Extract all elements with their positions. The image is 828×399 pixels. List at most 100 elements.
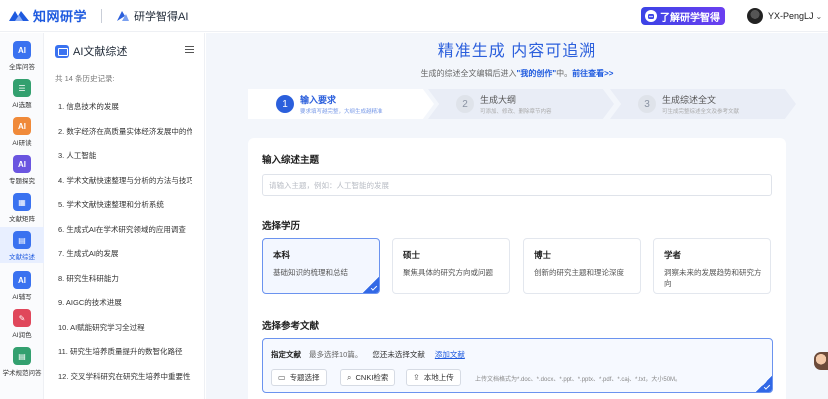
product-name: 研学智得AI — [134, 10, 189, 23]
history-item[interactable]: 3. 人工智能 — [58, 150, 192, 161]
check-icon — [363, 277, 379, 293]
history-item[interactable]: 1. 信息技术的发展 — [58, 101, 192, 112]
history-item[interactable]: 7. 生成式AI的发展 — [58, 248, 192, 259]
chevron-down-icon: ⌄ — [815, 11, 823, 21]
top-header: 知网研学 研学智得AI 了解研学智得 YX-PengLJ ⌄ — [0, 0, 828, 32]
brand-name: 知网研学 — [33, 9, 88, 24]
degree-title: 本科 — [273, 250, 291, 260]
topic-select-button[interactable]: ▭ 专题选择 — [271, 369, 327, 386]
step-number: 2 — [456, 95, 474, 113]
user-name: YX-PengLJ — [768, 11, 814, 21]
idea-icon: ☰ — [13, 79, 31, 97]
page-subtitle: 生成的综述全文编辑后进入"我的创作"中。前往查看>> — [206, 68, 828, 79]
step-text: 输入要求 要求填写越完整，大纲生成越精准 — [300, 93, 383, 115]
nav-label: 全库问答 — [9, 64, 35, 71]
nav-item-6[interactable]: AI AI辅写 — [0, 267, 44, 303]
nav-label: 文献综述 — [9, 254, 35, 261]
step-indicator: 1 输入要求 要求填写越完整，大纲生成越精准 2 生成大纲 可添加、修改、删除章节内容 3 生… — [248, 89, 796, 119]
nav-label: 学术规范问答 — [2, 370, 42, 377]
history-item[interactable]: 9. AIGC的技术进展 — [58, 297, 192, 308]
nav-label: 专题探究 — [9, 178, 35, 185]
menu-icon[interactable] — [185, 46, 194, 55]
step-number: 3 — [638, 95, 656, 113]
step-number: 1 — [276, 95, 294, 113]
degree-option-1[interactable]: 硕士聚焦具体的研究方向或问题 — [392, 238, 510, 294]
local-upload-label: 本地上传 — [423, 373, 454, 382]
degree-title: 学者 — [664, 250, 682, 260]
nav-item-3[interactable]: AI 专题探究 — [0, 151, 44, 187]
subtitle-mid: 中。 — [556, 69, 573, 78]
step-title: 生成大纲 — [480, 95, 517, 105]
product[interactable]: 研学智得AI — [116, 8, 188, 24]
history-panel: AI文献综述 共 14 条历史记录: 1. 信息技术的发展 2. 数字经济在高质量… — [45, 33, 205, 399]
grid-icon: ▦ — [13, 193, 31, 211]
nav-item-7[interactable]: ✎ AI润色 — [0, 305, 44, 341]
reference-section-title: 选择参考文献 — [262, 321, 320, 332]
reference-label: 指定文献 — [271, 350, 301, 359]
topic-select-label: 专题选择 — [289, 373, 320, 382]
add-reference-link[interactable]: 添加文献 — [435, 349, 465, 360]
degree-option-2[interactable]: 博士创新的研究主题和理论深度 — [523, 238, 641, 294]
promo-button[interactable]: 了解研学智得 — [641, 7, 725, 25]
check-icon — [756, 376, 772, 392]
brand[interactable]: 知网研学 — [8, 6, 87, 25]
nav-item-4[interactable]: ▦ 文献矩阵 — [0, 189, 44, 225]
header-divider — [101, 8, 103, 23]
degree-section-title: 选择学历 — [262, 221, 301, 232]
step-title: 生成综述全文 — [662, 95, 717, 105]
cnki-search-button[interactable]: ⌕ CNKI检索 — [340, 369, 396, 386]
robot-icon — [645, 10, 657, 22]
assistant-avatar[interactable] — [814, 352, 828, 370]
degree-desc: 聚焦具体的研究方向或问题 — [403, 268, 493, 277]
history-item[interactable]: 4. 学术文献快速整理与分析的方法与技巧 — [58, 175, 192, 186]
review-icon: ▤ — [13, 231, 31, 249]
history-item[interactable]: 8. 研究生科研能力 — [58, 273, 192, 284]
degree-option-3[interactable]: 学者 洞察未来的发展趋势和研究方向 — [653, 238, 771, 294]
history-item[interactable]: 12. 交叉学科研究在研究生培养中重要性 — [58, 371, 192, 382]
subtitle-prefix: 生成的综述全文编辑后进入 — [420, 69, 517, 78]
main-content: 精准生成 内容可追溯 生成的综述全文编辑后进入"我的创作"中。前往查看>> 1输… — [206, 33, 828, 399]
upload-format-hint: 上传文档格式为*.doc、*.docx、*.ppt、*.pptx、*.pdf、*… — [475, 377, 682, 383]
topic-input[interactable] — [262, 174, 772, 196]
nav-item-2[interactable]: AI AI研读 — [0, 113, 44, 149]
nav-label: AI辅写 — [12, 294, 32, 301]
nav-label: AI研读 — [12, 140, 32, 147]
history-item[interactable]: 6. 生成式AI在学术研究领域的应用调查 — [58, 224, 192, 235]
step-desc: 可生成完整综述全文及参考文献 — [662, 109, 740, 115]
degree-title: 博士 — [534, 250, 552, 260]
local-upload-button[interactable]: ⇪ 本地上传 — [406, 369, 461, 386]
nav-item-1[interactable]: ☰ AI选题 — [0, 75, 44, 111]
polish-icon: ✎ — [13, 309, 31, 327]
step-desc: 可添加、修改、删除章节内容 — [480, 109, 552, 115]
history-item[interactable]: 11. 研究生培养质量提升的数智化路径 — [58, 346, 192, 357]
step-3: 3 生成综述全文可生成完整综述全文及参考文献 — [610, 89, 796, 119]
history-header: AI文献综述 — [55, 43, 127, 59]
history-item[interactable]: 5. 学术文献快速整理和分析系统 — [58, 199, 192, 210]
cnki-logo-icon — [9, 10, 29, 21]
norm-icon: ▤ — [13, 347, 31, 365]
reference-limit: 最多选择10篇。 — [309, 350, 363, 359]
view-creations-link[interactable]: 前往查看>> — [572, 69, 613, 78]
step-text: 生成综述全文可生成完整综述全文及参考文献 — [662, 93, 739, 115]
nav-item-8[interactable]: ▤ 学术规范问答 — [0, 343, 44, 379]
avatar — [747, 8, 763, 24]
history-item[interactable]: 2. 数字经济在高质量实体经济发展中的作用 — [58, 126, 192, 137]
reference-status: 您还未选择文献 — [372, 350, 425, 359]
reference-box[interactable]: 指定文献 最多选择10篇。 您还未选择文献 添加文献 ▭ 专题选择 ⌕ CNKI… — [262, 338, 773, 393]
nav-item-0[interactable]: AI 全库问答 — [0, 37, 44, 73]
nav-item-5[interactable]: ▤ 文献综述 — [0, 227, 44, 263]
degree-title: 硕士 — [403, 250, 421, 260]
degree-desc: 创新的研究主题和理论深度 — [534, 268, 624, 277]
step-2: 2 生成大纲可添加、修改、删除章节内容 — [428, 89, 614, 119]
degree-option-0[interactable]: 本科基础知识的梳理和总结 — [262, 238, 380, 294]
degree-desc: 基础知识的梳理和总结 — [273, 268, 348, 277]
read-icon: AI — [13, 117, 31, 135]
reference-info: 指定文献 最多选择10篇。 您还未选择文献 添加文献 — [271, 349, 465, 360]
history-item[interactable]: 10. AI赋能研究学习全过程 — [58, 322, 192, 333]
nav-label: 文献矩阵 — [9, 216, 35, 223]
nav-label: AI选题 — [12, 102, 32, 109]
cnki-search-label: CNKI检索 — [355, 373, 389, 382]
step-desc: 要求填写越完整，大纲生成越精准 — [300, 109, 383, 115]
side-nav: AI 全库问答 ☰ AI选题 AI AI研读 AI 专题探究 ▦ 文献矩阵 ▤ 文献综述 AI AI辅写 ✎… — [0, 33, 44, 399]
user-menu[interactable]: YX-PengLJ ⌄ — [747, 8, 822, 24]
